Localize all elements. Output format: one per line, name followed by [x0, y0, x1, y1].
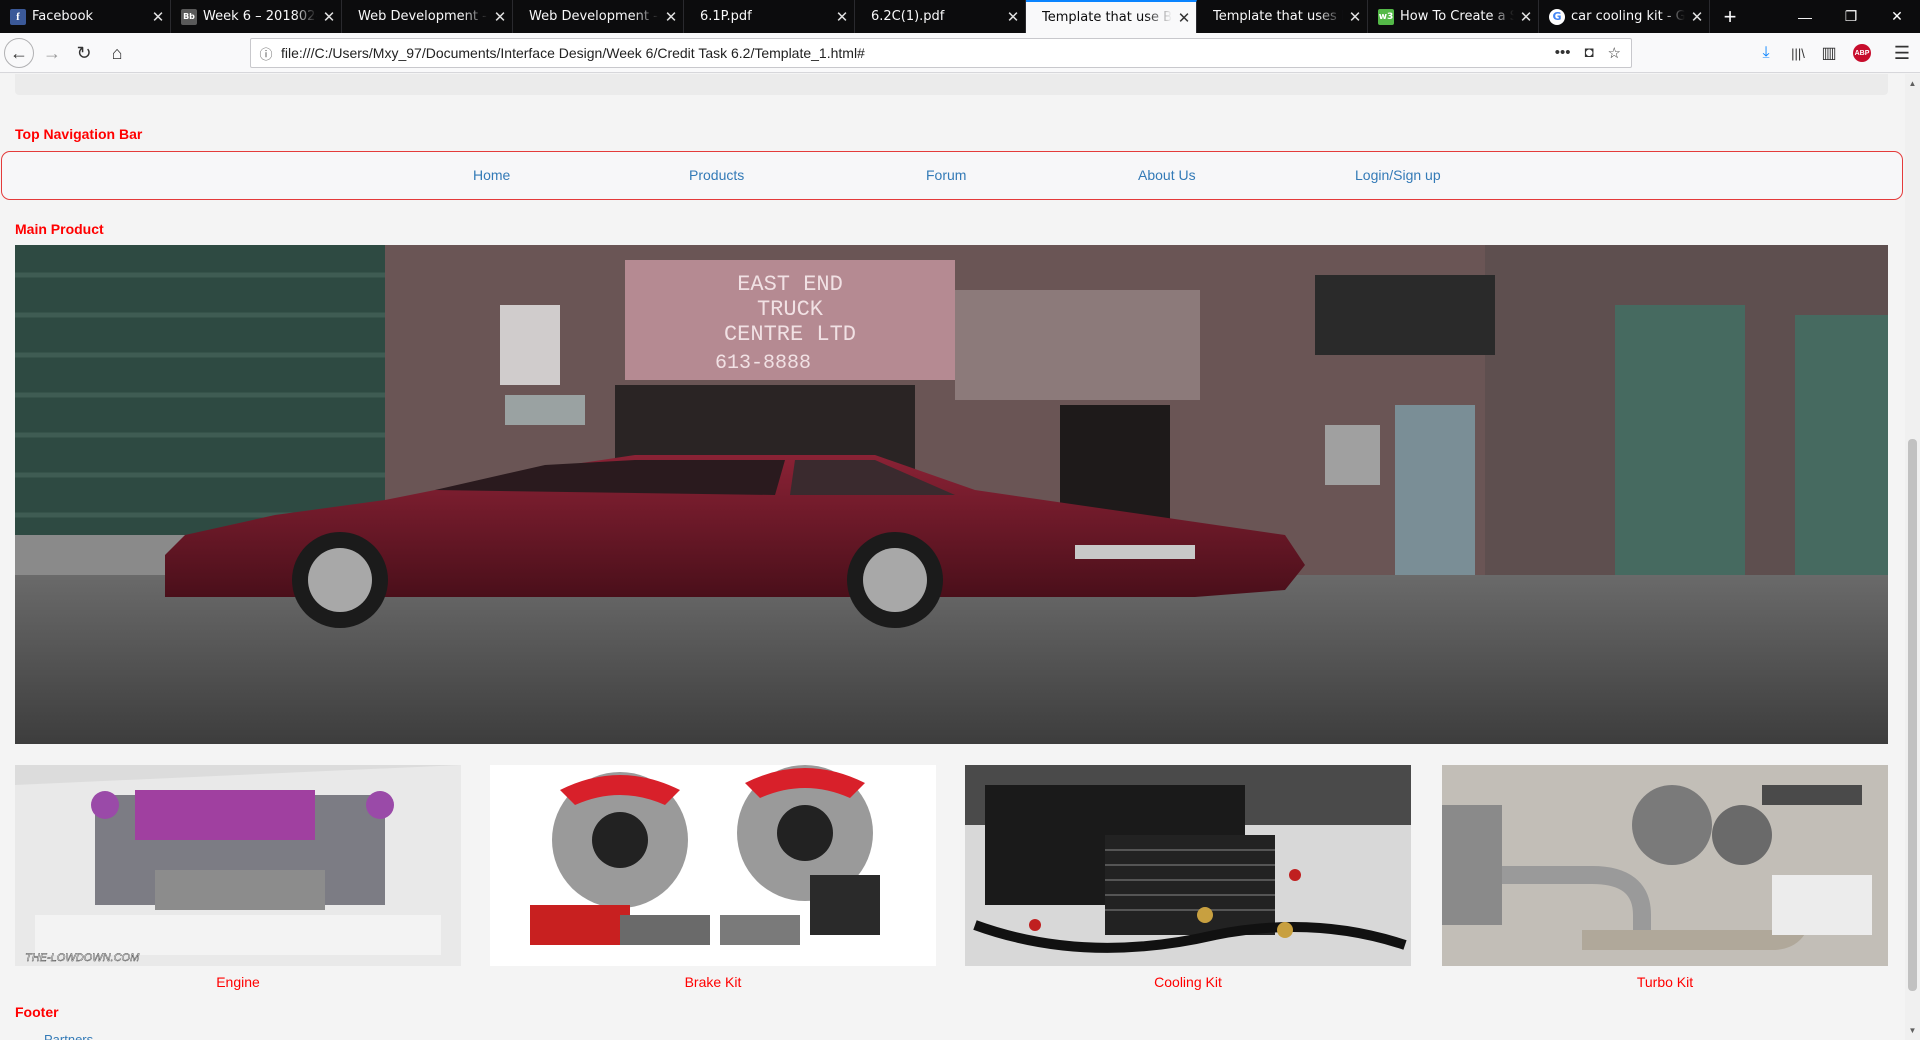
top-navigation-bar: Home Products Forum About Us Login/Sign … [1, 151, 1903, 200]
tab-blackboard[interactable]: Bb Week 6 – 201802-COS10 ✕ [171, 0, 342, 33]
tab-title: Week 6 – 201802-COS10 [203, 9, 317, 24]
nav-forum-link[interactable]: Forum [926, 167, 966, 183]
turbo-kit-label[interactable]: Turbo Kit [1442, 974, 1888, 990]
back-button[interactable]: ← [4, 38, 34, 68]
tab-title: 6.1P.pdf [700, 9, 752, 24]
tab-title: Template that use Bootstrap [1042, 10, 1172, 25]
forward-button[interactable]: → [38, 39, 66, 67]
library-icon[interactable]: |||\ [1784, 39, 1812, 67]
turbo-kit-image[interactable] [1442, 765, 1888, 966]
page-scrollbar[interactable]: ▲ ▼ [1905, 74, 1920, 1040]
close-icon[interactable]: ✕ [317, 8, 341, 26]
brake-kit-image[interactable] [490, 765, 936, 966]
tab-title: Web Development - COS1 [529, 9, 659, 24]
brake-kit-label[interactable]: Brake Kit [490, 974, 936, 990]
tab-6-2c-pdf[interactable]: 6.2C(1).pdf ✕ [855, 0, 1026, 33]
svg-text:TRUCK: TRUCK [757, 297, 824, 322]
tab-slideshow[interactable]: w3 How To Create a Slideshow ✕ [1368, 0, 1539, 33]
scroll-thumb[interactable] [1908, 439, 1917, 991]
close-window-button[interactable]: ✕ [1874, 0, 1920, 33]
nav-login-signup-link[interactable]: Login/Sign up [1355, 167, 1441, 183]
svg-text:CENTRE LTD: CENTRE LTD [724, 322, 856, 347]
tab-title: Template that uses Bootstrap [1213, 9, 1343, 24]
facebook-icon: f [10, 8, 26, 25]
adblock-icon[interactable]: ABP [1848, 39, 1876, 67]
svg-text:613-8888: 613-8888 [715, 352, 811, 375]
engine-label[interactable]: Engine [15, 974, 461, 990]
close-icon[interactable]: ✕ [830, 8, 854, 26]
w3schools-icon: w3 [1378, 8, 1394, 25]
tab-web-development-1[interactable]: Web Development - COS1 ✕ [342, 0, 513, 33]
navigation-toolbar: ← → ↻ ⌂ ⓘ file:///C:/Users/Mxy_97/Docume… [0, 33, 1920, 73]
sidebar-icon[interactable]: ▥ [1815, 39, 1843, 67]
home-button[interactable]: ⌂ [103, 39, 131, 67]
nav-about-us-link[interactable]: About Us [1138, 167, 1196, 183]
close-icon[interactable]: ✕ [488, 8, 512, 26]
tab-title: 6.2C(1).pdf [871, 9, 945, 24]
svg-text:EAST END: EAST END [737, 272, 843, 297]
reload-button[interactable]: ↻ [70, 39, 98, 67]
tab-web-development-2[interactable]: Web Development - COS1 ✕ [513, 0, 684, 33]
cooling-kit-image[interactable] [965, 765, 1411, 966]
close-icon[interactable]: ✕ [659, 8, 683, 26]
url-text[interactable]: file:///C:/Users/Mxy_97/Documents/Interf… [281, 45, 1555, 61]
close-icon[interactable]: ✕ [1514, 8, 1538, 26]
footer-heading: Footer [15, 1004, 59, 1020]
download-icon[interactable]: ⤓ [1752, 39, 1780, 67]
engine-image[interactable]: THE-LOWDOWN.COM [15, 765, 461, 966]
close-icon[interactable]: ✕ [1001, 8, 1025, 26]
page-actions-icon[interactable]: ••• [1555, 44, 1571, 62]
page-viewport: Top Navigation Bar Home Products Forum A… [0, 74, 1905, 1040]
scroll-up-arrow-icon[interactable]: ▲ [1905, 76, 1920, 91]
nav-home-link[interactable]: Home [473, 167, 510, 183]
menu-icon[interactable]: ☰ [1888, 39, 1916, 67]
scroll-down-arrow-icon[interactable]: ▼ [1905, 1023, 1920, 1038]
main-product-heading: Main Product [15, 221, 104, 237]
tab-title: How To Create a Slideshow [1400, 9, 1514, 24]
cooling-kit-label[interactable]: Cooling Kit [965, 974, 1411, 990]
google-icon: G [1549, 8, 1565, 25]
close-icon[interactable]: ✕ [1343, 8, 1367, 26]
blackboard-icon: Bb [181, 8, 197, 25]
top-nav-heading: Top Navigation Bar [15, 126, 143, 142]
info-icon[interactable]: ⓘ [251, 44, 281, 63]
restore-button[interactable]: ❐ [1828, 0, 1874, 33]
tab-strip: f Facebook ✕ Bb Week 6 – 201802-COS10 ✕ … [0, 0, 1920, 33]
close-icon[interactable]: ✕ [1685, 8, 1709, 26]
svg-text:THE-LOWDOWN.COM: THE-LOWDOWN.COM [25, 952, 140, 964]
header-strip [15, 74, 1888, 95]
minimize-button[interactable]: — [1782, 0, 1828, 33]
url-bar[interactable]: ⓘ file:///C:/Users/Mxy_97/Documents/Inte… [250, 38, 1632, 68]
tab-facebook[interactable]: f Facebook ✕ [0, 0, 171, 33]
close-icon[interactable]: ✕ [146, 8, 170, 26]
tab-template-2[interactable]: Template that uses Bootstrap ✕ [1197, 0, 1368, 33]
tab-title: car cooling kit - Google [1571, 9, 1685, 24]
tab-title: Web Development - COS1 [358, 9, 488, 24]
tab-6-1p-pdf[interactable]: 6.1P.pdf ✕ [684, 0, 855, 33]
tab-title: Facebook [32, 9, 94, 24]
footer-partners-link[interactable]: Partners [44, 1032, 93, 1040]
new-tab-button[interactable]: + [1710, 0, 1750, 33]
bookmark-star-icon[interactable]: ☆ [1608, 44, 1621, 62]
tab-google[interactable]: G car cooling kit - Google ✕ [1539, 0, 1710, 33]
nav-products-link[interactable]: Products [689, 167, 744, 183]
tab-template-active[interactable]: Template that use Bootstrap ✕ [1026, 0, 1197, 33]
main-product-image: EAST END TRUCK CENTRE LTD 613-8888 [15, 245, 1888, 744]
pocket-icon[interactable]: ◘ [1584, 44, 1593, 62]
close-icon[interactable]: ✕ [1172, 9, 1196, 27]
